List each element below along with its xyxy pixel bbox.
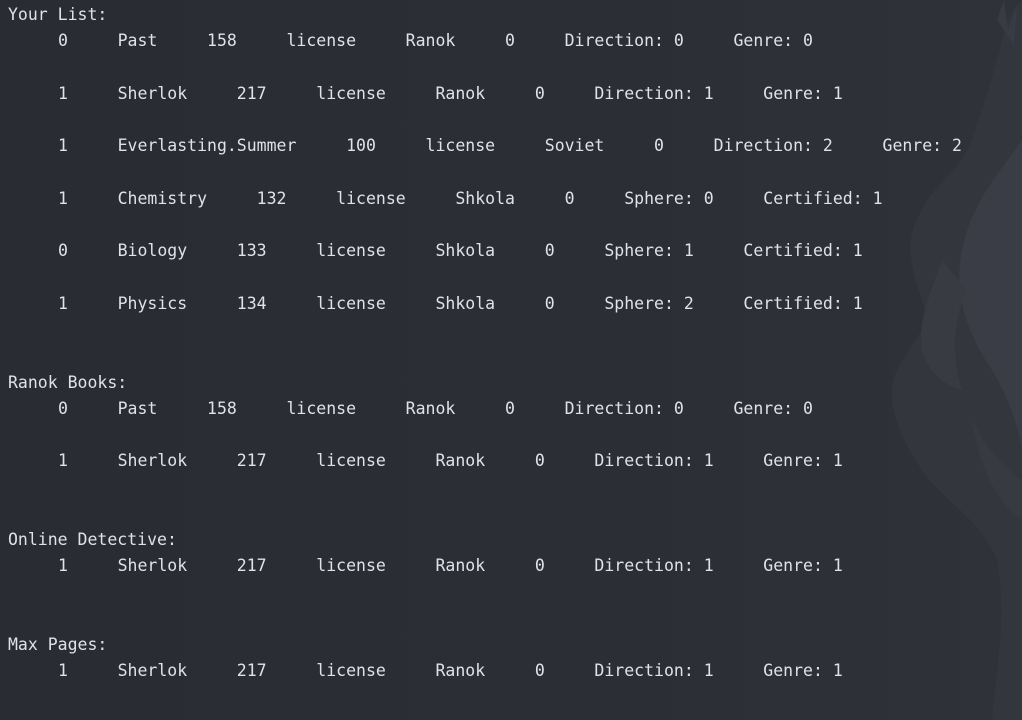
list-item: 1 Sherlok 217 license Ranok 0 Direction:… — [58, 661, 843, 680]
list-item: 1 Sherlok 217 license Ranok 0 Direction:… — [58, 556, 843, 575]
list-item: 0 Past 158 license Ranok 0 Direction: 0 … — [58, 31, 813, 50]
section-heading-max-pages: Max Pages: — [8, 635, 108, 654]
section-heading-your-list: Your List: — [8, 5, 108, 24]
list-item: 1 Physics 134 license Shkola 0 Sphere: 2… — [58, 294, 863, 313]
list-item: 1 Sherlok 217 license Ranok 0 Direction:… — [58, 451, 843, 470]
list-item: 1 Sherlok 217 license Ranok 0 Direction:… — [58, 84, 843, 103]
terminal-output: Your List: 0 Past 158 license Ranok 0 Di… — [0, 0, 1022, 720]
list-item: 0 Biology 133 license Shkola 0 Sphere: 1… — [58, 241, 863, 260]
terminal-window[interactable]: Your List: 0 Past 158 license Ranok 0 Di… — [0, 0, 1022, 720]
list-item: 0 Past 158 license Ranok 0 Direction: 0 … — [58, 399, 813, 418]
list-item: 1 Everlasting.Summer 100 license Soviet … — [58, 136, 962, 155]
list-item: 1 Chemistry 132 license Shkola 0 Sphere:… — [58, 189, 883, 208]
section-heading-online-detective: Online Detective: — [8, 530, 177, 549]
section-heading-ranok-books: Ranok Books: — [8, 373, 128, 392]
